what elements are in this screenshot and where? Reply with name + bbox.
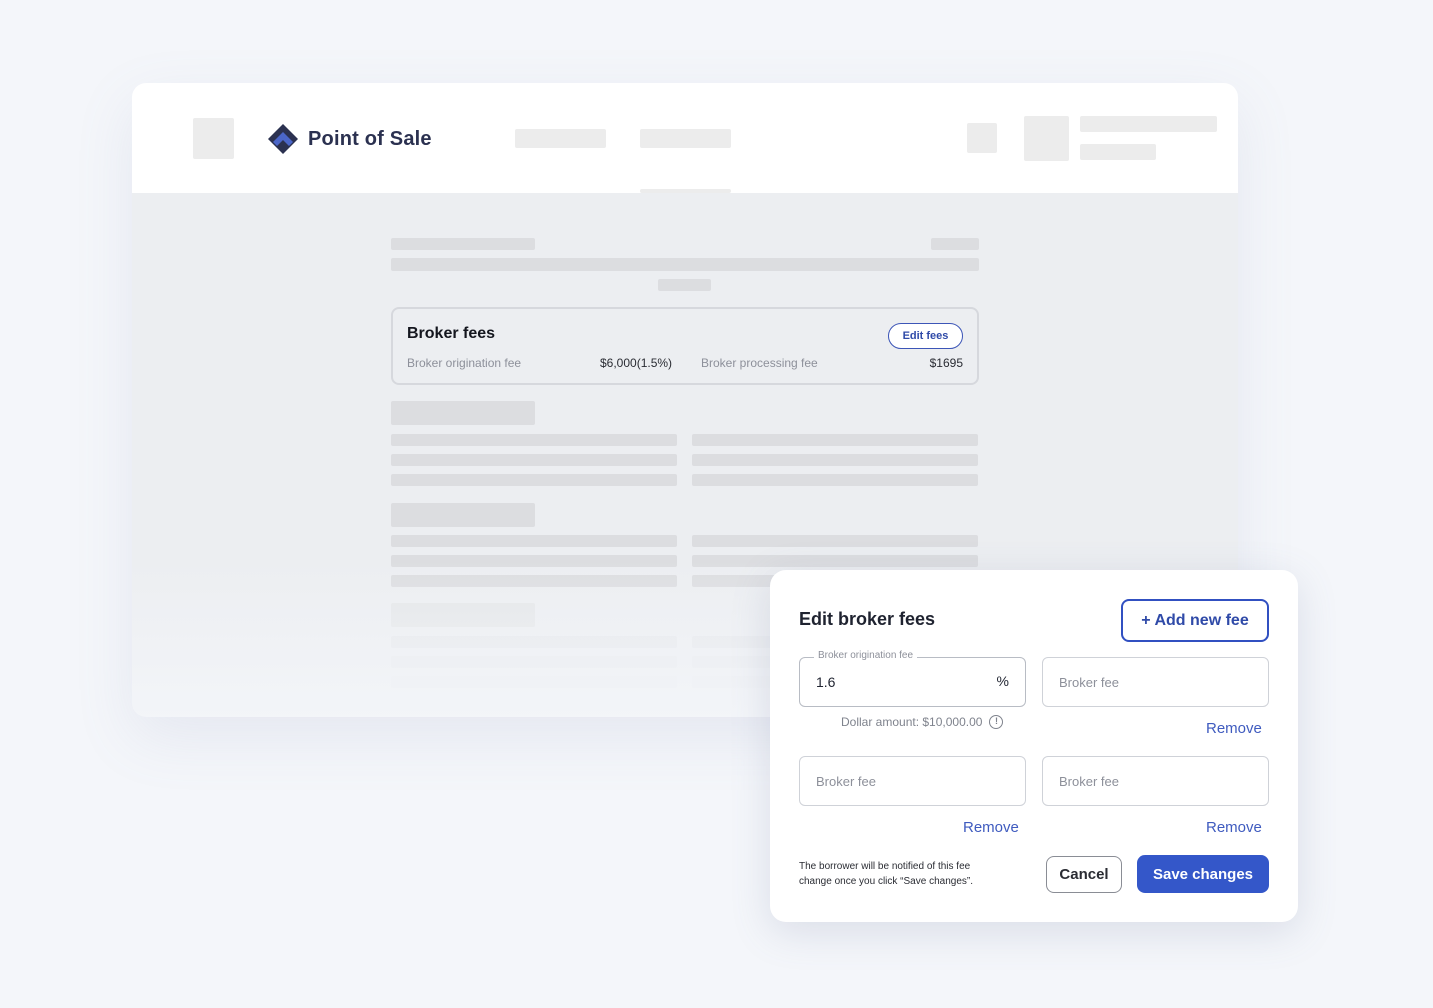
edit-fees-button[interactable]: Edit fees	[888, 323, 963, 349]
broker-fee-field[interactable]: Broker fee	[1042, 657, 1269, 707]
borrower-notice: The borrower will be notified of this fe…	[799, 859, 1019, 889]
brand-logo[interactable]: Point of Sale	[267, 123, 432, 155]
dollar-amount-helper: Dollar amount: $10,000.00 !	[841, 715, 1004, 729]
avatar-placeholder[interactable]	[1024, 116, 1069, 161]
brand-name: Point of Sale	[308, 127, 432, 150]
percent-suffix: %	[996, 673, 1009, 689]
cancel-button[interactable]: Cancel	[1046, 856, 1122, 893]
field-placeholder: Broker fee	[1059, 675, 1119, 690]
origination-fee-value: $6,000(1.5%)	[600, 356, 673, 370]
user-name-placeholder	[1080, 116, 1217, 132]
info-icon[interactable]: !	[989, 715, 1004, 729]
add-new-fee-button[interactable]: + Add new fee	[1121, 599, 1269, 642]
skeleton-line	[391, 474, 677, 486]
skeleton-line	[391, 575, 677, 587]
processing-fee-value: $1695	[929, 356, 963, 370]
field-placeholder: Broker fee	[816, 774, 876, 789]
edit-broker-fees-modal: Edit broker fees + Add new fee Broker or…	[770, 570, 1298, 922]
broker-fee-field[interactable]: Broker fee	[1042, 756, 1269, 806]
user-role-placeholder	[1080, 144, 1156, 160]
menu-placeholder	[193, 118, 234, 159]
skeleton-line	[931, 238, 979, 250]
notice-line: change once you click “Save changes”.	[799, 876, 973, 887]
remove-fee-link[interactable]: Remove	[1206, 720, 1262, 737]
remove-fee-link[interactable]: Remove	[1206, 819, 1262, 836]
nav-tab-placeholder[interactable]	[515, 129, 606, 148]
field-label: Broker origination fee	[814, 650, 918, 661]
field-placeholder: Broker fee	[1059, 774, 1119, 789]
skeleton-line	[692, 434, 978, 446]
skeleton-line	[692, 474, 978, 486]
modal-title: Edit broker fees	[799, 609, 936, 629]
broker-fee-field[interactable]: Broker fee	[799, 756, 1026, 806]
nav-tab-placeholder[interactable]	[640, 129, 731, 148]
skeleton-line	[391, 434, 677, 446]
field-value: 1.6	[816, 674, 836, 690]
skeleton-line	[692, 454, 978, 466]
skeleton-line	[391, 636, 677, 648]
skeleton-heading	[391, 401, 535, 425]
origination-fee-label: Broker origination fee	[407, 356, 522, 370]
skeleton-line	[658, 279, 711, 291]
skeleton-line	[391, 555, 677, 567]
remove-fee-link[interactable]: Remove	[963, 819, 1019, 836]
helper-text: Dollar amount: $10,000.00	[841, 715, 983, 729]
skeleton-heading	[391, 503, 535, 527]
notice-line: The borrower will be notified of this fe…	[799, 861, 971, 872]
skeleton-line	[391, 258, 979, 271]
skeleton-line	[391, 676, 677, 688]
skeleton-heading	[391, 603, 535, 627]
broker-fees-card: Broker fees Edit fees Broker origination…	[391, 307, 979, 385]
diamond-chevron-logo-icon	[268, 124, 298, 154]
skeleton-line	[391, 238, 535, 250]
save-changes-button[interactable]: Save changes	[1137, 855, 1269, 893]
skeleton-line	[391, 454, 677, 466]
skeleton-line	[692, 555, 978, 567]
icon-placeholder[interactable]	[967, 123, 997, 153]
skeleton-line	[391, 656, 677, 668]
broker-origination-fee-field[interactable]: Broker origination fee 1.6 %	[799, 650, 1026, 707]
skeleton-line	[391, 535, 677, 547]
skeleton-line	[692, 535, 978, 547]
active-tab-underline-placeholder	[640, 189, 731, 193]
processing-fee-label: Broker processing fee	[701, 356, 818, 370]
broker-fees-title: Broker fees	[407, 325, 496, 342]
top-navigation-bar: Point of Sale	[132, 83, 1238, 193]
